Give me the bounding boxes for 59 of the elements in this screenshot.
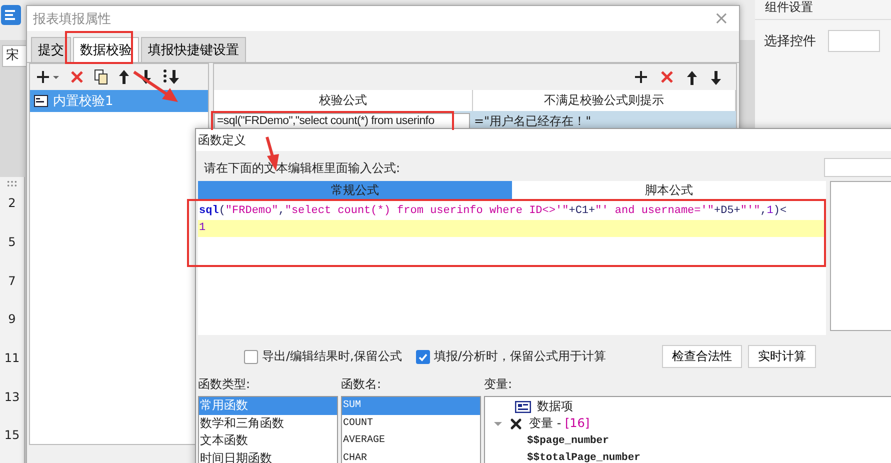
widget-field[interactable] (828, 30, 880, 52)
code-line: sql("FRDemo","select count(*) from userinfo where ID<>'"+C1+"' and username='"+D5+"'",1)< (198, 204, 788, 219)
tab[interactable]: 提交 (31, 37, 71, 62)
tree-item[interactable]: 数据项 (537, 398, 573, 415)
add-icon[interactable] (634, 70, 648, 84)
list-item[interactable]: 数学和三角函数 (199, 414, 337, 432)
checkbox-label: 填报/分析时，保留公式用于计算 (434, 348, 606, 365)
search-field[interactable] (824, 158, 891, 177)
tab[interactable]: 填报快捷键设置 (141, 37, 246, 62)
list-item[interactable]: AVERAGE (342, 432, 480, 450)
tree-item[interactable]: $$page_number (527, 434, 609, 446)
form-icon (34, 95, 48, 107)
formula-editor[interactable]: sql("FRDemo","select count(*) from userinfo where ID<>'"+C1+"' and username='"+D5+"'",1)< 1 (198, 200, 826, 335)
list-item[interactable]: 时间日期函数 (199, 450, 337, 463)
row-number: 13 (4, 390, 20, 406)
tab[interactable]: 脚本公式 (512, 181, 826, 200)
tree-item[interactable]: 变量 - [16] (529, 415, 590, 432)
list-label: 变量: (484, 376, 514, 393)
list-item[interactable]: COUNT (342, 414, 480, 432)
row-number: 9 (8, 312, 16, 328)
list-item[interactable]: 文本函数 (199, 432, 337, 450)
variable-icon (509, 416, 523, 430)
list-label: 函数名: (341, 376, 382, 393)
checkbox-label: 导出/编辑结果时,保留公式 (262, 348, 402, 365)
panel-title: 组件设置 (755, 0, 891, 20)
table-cell-text: ="用户名已经存在！" (473, 112, 592, 130)
list-label: 函数类型: (198, 376, 252, 393)
grid-icon[interactable] (6, 180, 18, 188)
arrow (132, 70, 180, 104)
list-item[interactable]: CHAR (342, 450, 480, 463)
action-button[interactable]: 实时计算 (748, 345, 816, 368)
card-icon (515, 400, 531, 412)
row-number: 15 (4, 428, 20, 444)
window-title: 函数定义 (198, 132, 246, 148)
prompt-text: 请在下面的文本编辑框里面输入公式: (204, 160, 400, 177)
down-arrow-icon[interactable] (710, 70, 722, 86)
copy-icon[interactable] (94, 69, 108, 85)
highlight-frame (65, 31, 133, 64)
move-bottom-icon[interactable] (162, 69, 180, 85)
add-icon[interactable] (36, 70, 60, 84)
app-logo-icon[interactable] (1, 5, 21, 25)
row-number: 7 (8, 274, 16, 290)
cell-input-field[interactable]: =sql("FRDemo","select count(*) from userinfo (214, 113, 470, 129)
action-button[interactable]: 检查合法性 (662, 345, 742, 368)
up-arrow-icon[interactable] (118, 69, 130, 85)
window-title: 报表填报属性 (33, 10, 111, 28)
tree-item[interactable]: $$totalPage_number (527, 452, 640, 463)
tab[interactable]: 常规公式 (198, 181, 512, 200)
row-number: 2 (8, 196, 16, 212)
row-number: 11 (4, 350, 20, 367)
field-label: 选择控件 (764, 33, 816, 50)
delete-icon[interactable] (660, 70, 674, 84)
up-arrow-icon[interactable] (686, 70, 698, 86)
checkbox[interactable] (416, 350, 430, 364)
row-number: 5 (8, 235, 16, 252)
delete-icon[interactable] (70, 70, 84, 84)
tab[interactable]: 数据校验 (73, 37, 139, 62)
down-arrow-icon[interactable] (140, 69, 152, 85)
checkbox[interactable] (244, 350, 258, 364)
